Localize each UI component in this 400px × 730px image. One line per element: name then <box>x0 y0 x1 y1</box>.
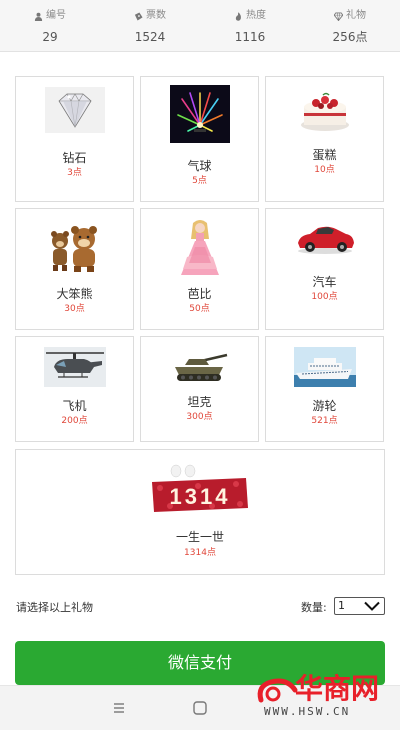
gift-card-bears[interactable]: 大笨熊 30点 <box>15 208 134 330</box>
gift-price: 10点 <box>314 165 335 175</box>
user-icon <box>34 12 43 21</box>
roses-1314-text: 1314 <box>170 484 231 509</box>
stat-label: 热度 <box>246 10 266 21</box>
fireworks-gift-icon <box>169 85 230 143</box>
cruise-gift-icon <box>293 347 356 387</box>
gift-card-plane[interactable]: 飞机 200点 <box>15 336 134 442</box>
quantity-value: 1 <box>338 599 345 612</box>
menu-icon[interactable] <box>109 698 129 718</box>
gift-card-car[interactable]: 汽车 100点 <box>265 208 384 330</box>
stat-votes: 票数 1524 <box>100 0 200 51</box>
gift-name: 大笨熊 <box>56 287 93 301</box>
home-icon[interactable] <box>190 698 210 718</box>
helicopter-gift-icon <box>43 347 106 387</box>
stat-value: 1116 <box>234 30 266 44</box>
gift-card-balloon[interactable]: 气球 5点 <box>140 76 259 202</box>
ticket-icon <box>134 11 143 21</box>
stat-label: 编号 <box>46 10 66 21</box>
gift-name: 汽车 <box>312 275 337 289</box>
stat-number: 编号 29 <box>0 0 100 51</box>
gift-price: 3点 <box>67 168 82 178</box>
gift-card-cake[interactable]: 蛋糕 10点 <box>265 76 384 202</box>
gift-name: 坦克 <box>187 395 212 409</box>
car-gift-icon <box>293 219 356 257</box>
stat-label: 礼物 <box>346 10 366 21</box>
flame-icon <box>235 11 241 21</box>
gift-price: 30点 <box>64 304 85 314</box>
bears-gift-icon <box>43 223 106 273</box>
gift-price: 300点 <box>186 412 213 422</box>
doll-gift-icon <box>172 217 227 279</box>
tank-gift-icon <box>170 351 229 383</box>
gift-card-tank[interactable]: 坦克 300点 <box>140 336 259 442</box>
gift-price: 1314点 <box>184 548 216 558</box>
gift-card-cruise[interactable]: 游轮 521点 <box>265 336 384 442</box>
gift-name: 钻石 <box>62 151 87 165</box>
cake-gift-icon <box>295 87 354 135</box>
gift-name: 游轮 <box>312 399 337 413</box>
roses-1314-gift-icon: 1314 <box>148 462 252 518</box>
hsw-logo-name: 华商网 <box>295 672 379 705</box>
stat-value: 29 <box>42 30 58 44</box>
quantity-select[interactable]: 1 <box>334 597 385 615</box>
gift-name: 飞机 <box>62 399 87 413</box>
gift-card-diamond[interactable]: 钻石 3点 <box>15 76 134 202</box>
stat-value: 1524 <box>134 30 166 44</box>
gift-price: 5点 <box>192 176 207 186</box>
stat-gifts: 礼物 256点 <box>300 0 400 51</box>
hsw-url: WWW.HSW.CN <box>264 705 351 718</box>
gift-card-1314[interactable]: 1314 一生一世 1314点 <box>15 449 385 575</box>
stat-label: 票数 <box>146 10 166 21</box>
diamond-icon <box>334 11 343 21</box>
stat-value: 256点 <box>332 30 368 44</box>
gift-price: 50点 <box>189 304 210 314</box>
gift-name: 一生一世 <box>175 530 224 544</box>
gift-price: 200点 <box>61 416 88 426</box>
stats-bar: 编号 29 票数 1524 热度 1116 礼物 256点 <box>0 0 400 52</box>
select-hint: 请选择以上礼物 <box>16 601 93 614</box>
gift-price: 521点 <box>311 416 338 426</box>
gift-name: 蛋糕 <box>312 148 337 162</box>
chevron-down-icon <box>364 601 380 611</box>
gift-price: 100点 <box>311 292 338 302</box>
gift-name: 气球 <box>187 159 212 173</box>
diamond-gift-icon <box>44 87 105 133</box>
stat-heat: 热度 1116 <box>200 0 300 51</box>
quantity-label: 数量: <box>301 601 327 614</box>
gift-card-barbie[interactable]: 芭比 50点 <box>140 208 259 330</box>
gift-name: 芭比 <box>187 287 212 301</box>
